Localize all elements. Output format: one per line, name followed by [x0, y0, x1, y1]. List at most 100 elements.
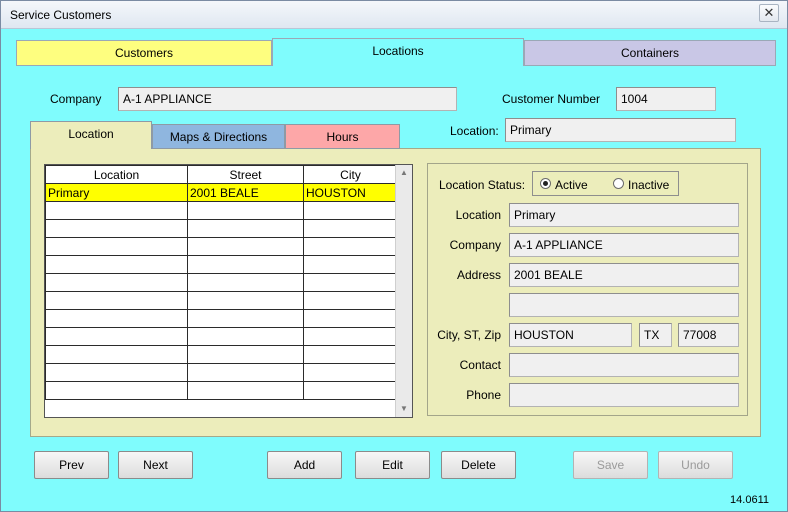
table-cell-street[interactable] [187, 219, 304, 238]
table-cell-city[interactable] [303, 363, 398, 382]
table-cell-street[interactable] [187, 237, 304, 256]
table-cell-city[interactable] [303, 345, 398, 364]
table-cell-city[interactable] [303, 255, 398, 274]
subtab-location[interactable]: Location [30, 121, 152, 149]
scroll-down-icon[interactable]: ▼ [396, 401, 412, 417]
scroll-up-icon[interactable]: ▲ [396, 165, 412, 181]
add-button[interactable]: Add [267, 451, 342, 479]
window-title: Service Customers [10, 8, 112, 22]
table-cell-location[interactable] [45, 345, 188, 364]
detail-location-field[interactable]: Primary [509, 203, 739, 227]
location-header-field[interactable]: Primary [505, 118, 736, 142]
table-cell-street[interactable] [187, 381, 304, 400]
subtab-maps-directions[interactable]: Maps & Directions [152, 124, 285, 149]
table-cell-city[interactable] [303, 219, 398, 238]
table-cell-location[interactable] [45, 219, 188, 238]
active-radio-label[interactable]: Active [555, 178, 588, 192]
undo-button[interactable]: Undo [658, 451, 733, 479]
table-cell-city[interactable]: HOUSTON [303, 183, 398, 202]
table-cell-street[interactable] [187, 201, 304, 220]
table-row[interactable] [45, 381, 398, 400]
detail-city-st-zip-label: City, ST, Zip [437, 328, 501, 342]
table-row[interactable] [45, 363, 398, 382]
table-cell-street[interactable] [187, 327, 304, 346]
tab-customers[interactable]: Customers [16, 40, 272, 66]
table-cell-city[interactable] [303, 237, 398, 256]
grid-vertical-scrollbar[interactable]: ▲ ▼ [395, 165, 412, 417]
tab-containers[interactable]: Containers [524, 40, 776, 66]
table-row[interactable]: Primary 2001 BEALE HOUSTON [45, 183, 398, 202]
inactive-radio-label[interactable]: Inactive [628, 178, 669, 192]
detail-zip-field[interactable]: 77008 [678, 323, 739, 347]
detail-city-field[interactable]: HOUSTON [509, 323, 632, 347]
table-cell-city[interactable] [303, 201, 398, 220]
subtab-hours[interactable]: Hours [285, 124, 400, 149]
detail-address2-field[interactable] [509, 293, 739, 317]
detail-phone-field[interactable] [509, 383, 739, 407]
table-cell-location[interactable] [45, 381, 188, 400]
table-cell-street[interactable]: 2001 BEALE [187, 183, 304, 202]
table-cell-street[interactable] [187, 363, 304, 382]
active-radio[interactable] [540, 178, 551, 189]
detail-address1-field[interactable]: 2001 BEALE [509, 263, 739, 287]
close-button[interactable]: ✕ [759, 4, 779, 22]
table-cell-location[interactable] [45, 237, 188, 256]
table-row[interactable] [45, 237, 398, 256]
table-cell-city[interactable] [303, 309, 398, 328]
location-header-label: Location: [450, 124, 499, 138]
table-cell-location[interactable] [45, 363, 188, 382]
detail-company-field[interactable]: A-1 APPLIANCE [509, 233, 739, 257]
edit-button[interactable]: Edit [355, 451, 430, 479]
save-button[interactable]: Save [573, 451, 648, 479]
table-cell-location[interactable] [45, 327, 188, 346]
table-cell-city[interactable] [303, 327, 398, 346]
table-cell-location[interactable] [45, 291, 188, 310]
table-cell-location[interactable] [45, 309, 188, 328]
next-button[interactable]: Next [118, 451, 193, 479]
table-cell-city[interactable] [303, 291, 398, 310]
customer-number-field[interactable]: 1004 [616, 87, 716, 111]
locations-table: Location Street City Primary 2001 BEALE HO… [45, 165, 398, 400]
detail-location-label: Location [455, 208, 501, 222]
detail-contact-field[interactable] [509, 353, 739, 377]
locations-grid[interactable]: Location Street City Primary 2001 BEALE HO… [44, 164, 413, 418]
location-status-label: Location Status: [439, 178, 526, 192]
table-row[interactable] [45, 201, 398, 220]
table-cell-location[interactable] [45, 255, 188, 274]
inactive-radio[interactable] [613, 178, 624, 189]
tab-locations[interactable]: Locations [272, 38, 524, 66]
table-row[interactable] [45, 273, 398, 292]
table-cell-street[interactable] [187, 273, 304, 292]
table-row[interactable] [45, 219, 398, 238]
delete-button[interactable]: Delete [441, 451, 516, 479]
detail-phone-label: Phone [466, 388, 501, 402]
company-label: Company [50, 92, 102, 106]
table-row[interactable] [45, 309, 398, 328]
detail-state-field[interactable]: TX [639, 323, 672, 347]
service-customers-window: Service Customers ✕ Customers Locations … [0, 0, 788, 512]
table-cell-city[interactable] [303, 273, 398, 292]
location-detail-panel [427, 163, 748, 416]
table-cell-street[interactable] [187, 255, 304, 274]
tab-customers-label: Customers [114, 46, 173, 60]
table-row[interactable] [45, 345, 398, 364]
column-header-location[interactable]: Location [45, 165, 188, 184]
column-header-street[interactable]: Street [187, 165, 304, 184]
table-cell-location[interactable]: Primary [45, 183, 188, 202]
table-cell-location[interactable] [45, 273, 188, 292]
detail-contact-label: Contact [459, 358, 501, 372]
table-cell-location[interactable] [45, 201, 188, 220]
company-field[interactable]: A-1 APPLIANCE [118, 87, 457, 111]
table-cell-city[interactable] [303, 381, 398, 400]
table-cell-street[interactable] [187, 345, 304, 364]
table-row[interactable] [45, 255, 398, 274]
table-cell-street[interactable] [187, 309, 304, 328]
prev-button[interactable]: Prev [34, 451, 109, 479]
subtab-hours-label: Hours [326, 130, 359, 144]
title-bar: Service Customers ✕ [1, 1, 787, 29]
grid-header-row: Location Street City [45, 165, 398, 184]
table-row[interactable] [45, 291, 398, 310]
table-row[interactable] [45, 327, 398, 346]
column-header-city[interactable]: City [303, 165, 398, 184]
table-cell-street[interactable] [187, 291, 304, 310]
